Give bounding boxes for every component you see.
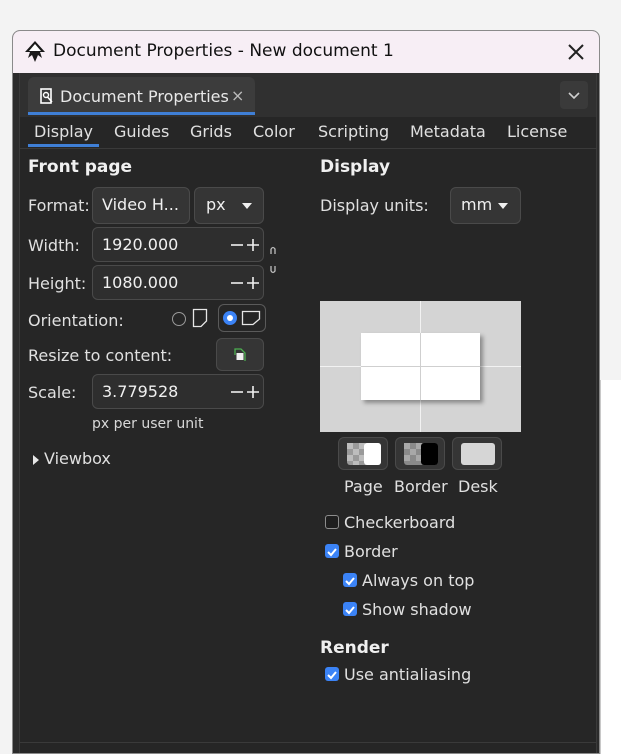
antialiasing-checkbox[interactable] — [325, 667, 339, 681]
display-tab-content: Front page Format: Video H... px Width: … — [20, 149, 596, 753]
height-label: Height: — [28, 274, 87, 293]
dock-tab-indicator — [28, 112, 255, 115]
height-input[interactable]: 1080.000 — [92, 265, 264, 300]
border-checkbox[interactable] — [325, 544, 339, 558]
width-input[interactable]: 1920.000 — [92, 227, 264, 262]
format-label: Format: — [28, 196, 90, 215]
orientation-label: Orientation: — [28, 311, 124, 330]
scale-stepper[interactable] — [229, 375, 263, 409]
window-title: Document Properties - New document 1 — [53, 41, 394, 61]
width-value: 1920.000 — [102, 235, 179, 254]
checkerboard-checkbox[interactable] — [325, 515, 339, 529]
resize-to-content-icon — [234, 348, 246, 361]
page-swatch-label: Page — [344, 477, 383, 496]
antialiasing-label: Use antialiasing — [344, 665, 472, 684]
scale-input[interactable]: 3.779528 — [92, 374, 264, 409]
landscape-page-icon — [241, 310, 261, 326]
display-units-value: mm — [461, 195, 493, 214]
dialog-bottom-edge — [20, 742, 596, 753]
chevron-down-icon — [568, 92, 580, 100]
display-units-dropdown[interactable]: mm — [450, 187, 521, 224]
check-icon — [345, 606, 355, 615]
document-properties-icon — [40, 88, 53, 104]
render-heading: Render — [320, 638, 389, 658]
checkerboard-label: Checkerboard — [344, 513, 456, 532]
tab-scripting[interactable]: Scripting — [318, 122, 389, 141]
border-swatch-icon — [404, 443, 438, 465]
dialog-body: Document Properties × Display Guides Gri… — [19, 73, 597, 753]
properties-tabs: Display Guides Grids Color Scripting Met… — [20, 117, 596, 149]
show-shadow-checkbox[interactable] — [343, 602, 357, 616]
display-heading: Display — [320, 157, 391, 177]
scale-value: 3.779528 — [102, 382, 179, 401]
tab-display[interactable]: Display — [28, 122, 99, 147]
check-icon — [327, 671, 337, 680]
document-properties-window: Document Properties - New document 1 Doc… — [12, 30, 600, 754]
tab-color[interactable]: Color — [253, 122, 295, 141]
portrait-radio[interactable] — [172, 312, 186, 326]
orientation-landscape-option[interactable] — [218, 304, 266, 332]
front-page-heading: Front page — [28, 157, 133, 177]
viewbox-label: Viewbox — [44, 449, 111, 468]
show-shadow-label: Show shadow — [362, 600, 472, 619]
triangle-right-icon — [33, 455, 39, 465]
desk-swatch-icon — [461, 443, 495, 465]
unit-value: px — [206, 195, 226, 214]
title-bar[interactable]: Document Properties - New document 1 — [13, 31, 599, 73]
chevron-down-icon — [498, 203, 508, 209]
chevron-down-icon — [242, 203, 252, 209]
border-label: Border — [344, 542, 398, 561]
tab-license[interactable]: License — [507, 122, 567, 141]
page-swatch-icon — [347, 443, 381, 465]
display-units-label: Display units: — [320, 196, 429, 215]
height-value: 1080.000 — [102, 273, 179, 292]
chain-link-icon[interactable] — [268, 245, 278, 275]
border-swatch-label: Border — [394, 477, 448, 496]
width-stepper[interactable] — [229, 228, 263, 262]
width-label: Width: — [28, 236, 80, 255]
always-on-top-checkbox[interactable] — [343, 573, 357, 587]
tab-metadata[interactable]: Metadata — [410, 122, 486, 141]
scale-label: Scale: — [28, 383, 77, 402]
landscape-radio[interactable] — [223, 311, 237, 325]
background-window — [600, 380, 621, 754]
dock-tab-label: Document Properties — [60, 87, 229, 106]
resize-to-content-button[interactable] — [216, 338, 264, 371]
unit-dropdown[interactable]: px — [194, 187, 264, 224]
portrait-page-icon — [192, 308, 208, 328]
orientation-portrait-option[interactable] — [172, 306, 212, 332]
desk-swatch-label: Desk — [458, 477, 498, 496]
preview-page — [361, 333, 480, 400]
always-on-top-label: Always on top — [362, 571, 475, 590]
format-dropdown[interactable]: Video H... — [92, 187, 190, 224]
inkscape-icon — [25, 41, 45, 62]
dock-tab-document-properties[interactable]: Document Properties × — [28, 77, 255, 115]
close-icon[interactable] — [563, 39, 589, 65]
scale-unit-label: px per user unit — [92, 416, 204, 432]
height-stepper[interactable] — [229, 266, 263, 300]
border-color-swatch[interactable] — [395, 437, 445, 470]
resize-to-content-label: Resize to content: — [28, 346, 173, 365]
format-value: Video H... — [102, 195, 179, 214]
dock-menu-button[interactable] — [560, 81, 588, 109]
dock-header: Document Properties × — [20, 73, 596, 117]
check-icon — [327, 548, 337, 557]
page-preview — [320, 301, 521, 432]
viewbox-expander[interactable]: Viewbox — [32, 449, 132, 471]
tab-guides[interactable]: Guides — [114, 122, 169, 141]
tab-grids[interactable]: Grids — [190, 122, 232, 141]
check-icon — [345, 577, 355, 586]
dock-tab-close-icon[interactable]: × — [231, 86, 244, 105]
page-color-swatch[interactable] — [338, 437, 388, 470]
desk-color-swatch[interactable] — [452, 437, 502, 470]
